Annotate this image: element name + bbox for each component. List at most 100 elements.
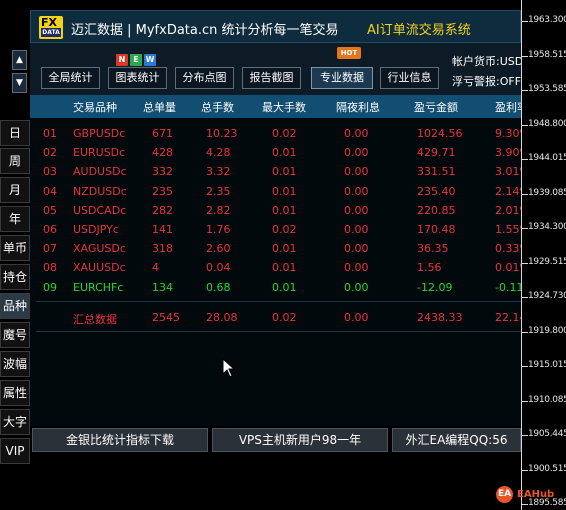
table-header: 交易品种 总单量 总手数 最大手数 隔夜利息 盈亏金额 盈利率 <box>30 95 528 118</box>
scatter-plot-button[interactable]: 分布点图 <box>175 67 234 89</box>
axis-price-label: 1924.730 <box>528 291 566 301</box>
cell-lots: 2.35 <box>206 184 231 198</box>
mouse-cursor-icon <box>222 358 236 378</box>
total-max-lots: 0.02 <box>272 311 297 324</box>
cell-symbol: AUDUSDc <box>73 165 127 179</box>
cell-swap: 0.00 <box>344 261 369 275</box>
sidebar-item-attributes[interactable]: 属性 <box>0 380 30 406</box>
report-screenshot-button[interactable]: 报告截图 <box>242 67 301 89</box>
cell-swap: 0.00 <box>344 223 369 236</box>
cell-pnl: 429.71 <box>417 146 456 160</box>
cell-no: 08 <box>43 261 57 275</box>
logo-data-text: DATA <box>41 28 61 37</box>
toolbar: N E W HOT 全局统计 图表统计 分布点图 报告截图 专业数据 行业信息 … <box>30 43 524 95</box>
scroll-down-button[interactable]: ▼ <box>12 73 27 93</box>
cell-max-lots: 0.01 <box>272 184 297 198</box>
eahub-watermark-text: EAHub <box>517 489 555 500</box>
table-row: 01 GBPUSDc 671 10.23 0.02 0.00 1024.56 9.30% <box>30 125 530 144</box>
footer-gold-silver-link[interactable]: 金银比统计指标下载 <box>32 428 208 452</box>
table-row: 07 XAGUSDc 318 2.60 0.01 0.00 36.35 0.33% <box>30 240 530 259</box>
total-orders: 2545 <box>152 311 180 324</box>
sidebar-item-symbols[interactable]: 品种 <box>0 293 30 319</box>
cell-no: 03 <box>43 165 57 179</box>
cell-no: 09 <box>43 280 57 294</box>
total-divider <box>36 331 521 332</box>
sidebar-item-year[interactable]: 年 <box>0 206 30 232</box>
cell-max-lots: 0.01 <box>272 280 297 294</box>
cell-orders: 332 <box>152 165 173 179</box>
stats-panel: FX DATA 迈汇数据 | MyfxData.cn 统计分析每一笔交易 AI订… <box>0 0 537 510</box>
sidebar-item-positions[interactable]: 持仓 <box>0 264 30 290</box>
cell-pnl: 36.35 <box>417 242 449 256</box>
cell-symbol: NZDUSDc <box>73 184 127 198</box>
cell-no: 04 <box>43 184 57 198</box>
cell-no: 05 <box>43 203 57 217</box>
app-title: 迈汇数据 | MyfxData.cn 统计分析每一笔交易 <box>71 23 339 38</box>
cell-lots: 1.76 <box>206 223 231 236</box>
cell-max-lots: 0.01 <box>272 203 297 217</box>
axis-price-label: 1915.015 <box>528 360 566 370</box>
col-orders: 总单量 <box>143 101 176 114</box>
cell-pnl: 170.48 <box>417 223 456 236</box>
axis-price-label: 1900.515 <box>528 463 566 474</box>
axis-price-label: 1948.800 <box>528 118 566 129</box>
cell-pnl: -12.09 <box>417 280 453 294</box>
col-pnl: 盈亏金额 <box>414 101 458 114</box>
table-row: 02 EURUSDc 428 4.28 0.01 0.00 429.71 3.90% <box>30 144 530 163</box>
cell-pnl: 1024.56 <box>417 127 463 140</box>
sidebar-item-month[interactable]: 月 <box>0 177 30 203</box>
cell-lots: 3.32 <box>206 165 231 179</box>
scroll-up-button[interactable]: ▲ <box>12 50 27 70</box>
cell-lots: 2.60 <box>206 242 231 256</box>
cell-symbol: XAGUSDc <box>73 242 126 256</box>
eahub-logo-icon: EA <box>496 486 513 503</box>
cell-no: 02 <box>43 146 57 160</box>
col-symbol: 交易品种 <box>73 101 117 114</box>
cell-pnl: 1.56 <box>417 261 442 275</box>
cell-orders: 282 <box>152 203 173 217</box>
industry-info-button[interactable]: 行业信息 <box>380 67 439 89</box>
footer-vps-link[interactable]: VPS主机新用户98一年 <box>212 428 388 452</box>
cell-lots: 0.04 <box>206 261 231 275</box>
cell-symbol: USDCADc <box>73 203 127 217</box>
account-currency-label: 帐户货币:USD <box>452 55 524 68</box>
cell-max-lots: 0.02 <box>272 223 297 236</box>
sidebar-item-magic[interactable]: 魔号 <box>0 322 30 348</box>
hot-badge: HOT <box>337 47 361 59</box>
float-warning-toggle[interactable]: 浮亏警报:OFF <box>452 73 521 89</box>
sidebar-item-week[interactable]: 周 <box>0 148 30 174</box>
cell-max-lots: 0.02 <box>272 127 297 140</box>
sidebar-item-volatility[interactable]: 波幅 <box>0 351 30 377</box>
symbol-stats-table: 交易品种 总单量 总手数 最大手数 隔夜利息 盈亏金额 盈利率 01 GBPUSD… <box>30 95 537 426</box>
cell-lots: 4.28 <box>206 146 231 160</box>
table-row: 09 EURCHFc 134 0.68 0.01 0.00 -12.09 -0.11% <box>30 279 534 298</box>
cell-orders: 141 <box>152 223 173 236</box>
axis-price-label: 1958.515 <box>528 49 566 60</box>
cell-lots: 10.23 <box>206 127 238 140</box>
sidebar-item-single-currency[interactable]: 单币 <box>0 235 30 261</box>
sidebar-item-day[interactable]: 日 <box>0 120 30 146</box>
axis-price-label: 1929.515 <box>528 256 566 267</box>
cell-orders: 235 <box>152 184 173 198</box>
cell-max-lots: 0.01 <box>272 146 297 160</box>
app-subtitle: AI订单流交易系统 <box>367 23 471 38</box>
pro-data-button[interactable]: 专业数据 <box>311 67 373 89</box>
cell-max-lots: 0.01 <box>272 261 297 275</box>
col-lots: 总手数 <box>201 101 234 114</box>
sidebar-item-large-font[interactable]: 大字 <box>0 409 30 435</box>
global-stats-button[interactable]: 全局统计 <box>41 67 100 89</box>
footer-ea-programming-link[interactable]: 外汇EA编程QQ:56 <box>392 428 521 452</box>
price-axis: 1963.300 1958.515 1953.585 1948.800 1944.015… <box>521 0 566 510</box>
cell-swap: 0.00 <box>344 165 369 179</box>
cell-no: 07 <box>43 242 57 256</box>
new-badge-e: E <box>130 54 142 66</box>
sidebar-item-vip[interactable]: VIP <box>0 438 30 464</box>
total-pnl: 2438.33 <box>417 311 463 324</box>
logo-fx-text: FX <box>41 16 57 29</box>
total-swap: 0.00 <box>344 311 369 324</box>
cell-lots: 0.68 <box>206 280 231 294</box>
axis-price-label: 1905.445 <box>528 429 566 439</box>
chart-stats-button[interactable]: 图表统计 <box>108 67 167 89</box>
cell-pnl: 220.85 <box>417 203 456 217</box>
cell-orders: 318 <box>152 242 173 256</box>
